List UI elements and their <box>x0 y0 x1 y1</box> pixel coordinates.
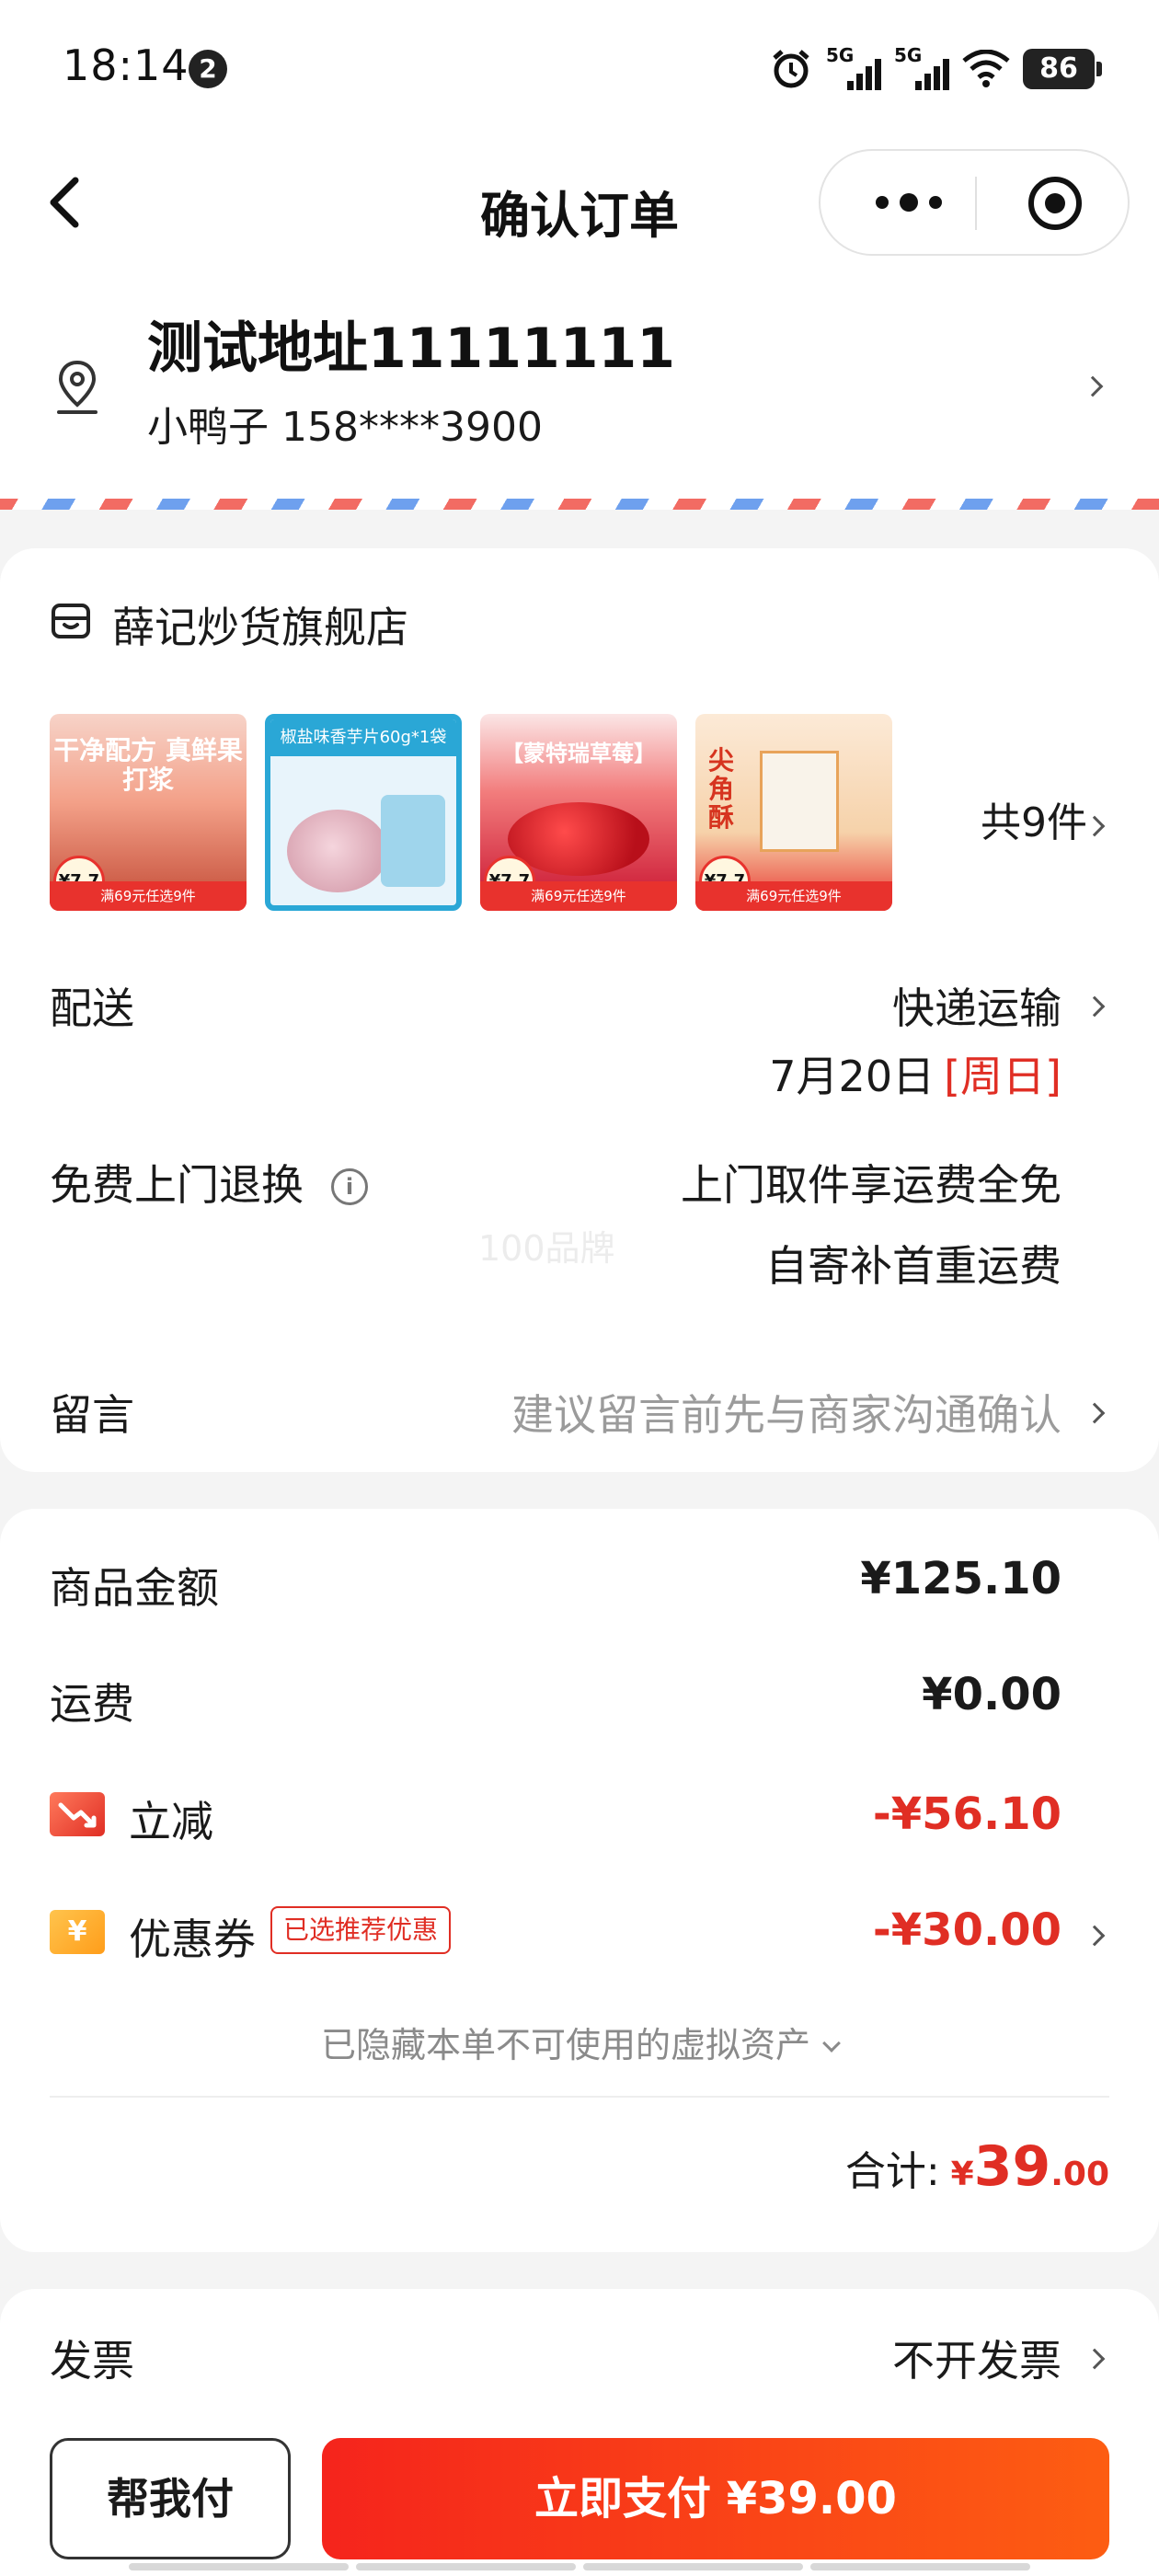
status-icons: 5G 5G 86 <box>769 44 1102 94</box>
coupon-yen-icon: ¥ <box>50 1910 105 1954</box>
shipping-value: ¥0.00 <box>922 1669 1061 1720</box>
promo-strip: 满69元任选9件 <box>695 881 892 911</box>
thumb-headline: 干净配方 真鲜果打浆 <box>53 735 243 796</box>
product-thumbnail[interactable]: 尖角酥 ¥7.7 满69元任选9件 <box>695 714 892 911</box>
delivery-label: 配送 <box>50 983 134 1033</box>
address-contact: 小鸭子 158****3900 <box>147 404 543 451</box>
status-time: 18:14 <box>63 40 189 90</box>
notification-badge: 2 <box>189 50 227 88</box>
hidden-assets-toggle[interactable]: 已隐藏本单不可使用的虚拟资产 <box>0 2017 1159 2067</box>
delivery-method[interactable]: 快递运输 <box>892 975 1061 1036</box>
battery-icon: 86 <box>1023 49 1102 89</box>
signal-icon: 5G <box>826 44 881 90</box>
chevron-right-icon <box>1084 995 1106 1018</box>
returns-self-send: 自寄补首重运费 <box>765 1241 1061 1291</box>
thumb-headline: 椒盐味香芋片60g*1袋 <box>270 719 456 756</box>
product-image <box>381 795 445 887</box>
returns-label: 免费上门退换 <box>50 1160 304 1210</box>
more-icon[interactable] <box>854 164 964 241</box>
location-pin-icon <box>57 360 98 414</box>
product-image <box>760 751 839 852</box>
chevron-right-icon <box>1084 2348 1106 2370</box>
chevron-right-icon <box>1084 815 1106 837</box>
promo-strip: 满69元任选9件 <box>480 881 677 911</box>
help-me-pay-button[interactable]: 帮我付 <box>50 2438 291 2559</box>
gesture-bar <box>129 2563 1030 2572</box>
signal-icon: 5G <box>894 44 949 90</box>
order-total: 合计: ¥39.00 <box>844 2134 1109 2199</box>
capsule-divider <box>975 177 977 230</box>
chevron-right-icon <box>1084 1925 1106 1947</box>
status-bar: 18:14 2 5G 5G 86 <box>0 0 1159 138</box>
shop-name[interactable]: 薛记炒货旗舰店 <box>112 594 408 655</box>
product-image <box>287 810 388 892</box>
coupon-label: 优惠券 <box>129 1915 256 1964</box>
invoice-value[interactable]: 不开发票 <box>892 2328 1061 2388</box>
goods-amount-label: 商品金额 <box>50 1563 219 1613</box>
thumb-headline: 【蒙特瑞草莓】 <box>501 741 656 766</box>
shop-card: 薛记炒货旗舰店 干净配方 真鲜果打浆 ¥7.7 满69元任选9件 椒盐味香芋片6… <box>0 548 1159 1472</box>
close-target-icon[interactable] <box>1025 173 1085 234</box>
discount-down-icon <box>50 1792 105 1836</box>
address-line: 测试地址11111111 <box>147 316 675 381</box>
product-thumbnail[interactable]: 干净配方 真鲜果打浆 ¥7.7 满69元任选9件 <box>50 714 247 911</box>
store-icon <box>52 604 90 638</box>
airmail-border <box>0 499 1159 510</box>
coupon-value[interactable]: -¥30.00 <box>873 1904 1061 1956</box>
wifi-icon <box>962 50 1010 87</box>
pay-now-button[interactable]: 立即支付 ¥39.00 <box>322 2438 1109 2559</box>
message-input[interactable]: 建议留言前先与商家沟通确认 <box>511 1382 1061 1443</box>
thumb-headline: 尖角酥 <box>708 745 735 833</box>
goods-amount-value: ¥125.10 <box>860 1553 1061 1604</box>
returns-pickup: 上门取件享运费全免 <box>681 1160 1061 1210</box>
price-summary-card: 商品金额 ¥125.10 运费 ¥0.00 立减 -¥56.10 ¥ 优惠券 已… <box>0 1509 1159 2252</box>
alarm-icon <box>773 50 809 88</box>
coupon-selected-tag: 已选推荐优惠 <box>270 1906 452 1954</box>
invoice-label: 发票 <box>50 2336 134 2386</box>
divider <box>50 2096 1109 2098</box>
delivery-date: 7月20日 [周日] <box>769 1052 1061 1101</box>
shipping-label: 运费 <box>50 1679 134 1729</box>
address-card[interactable]: 测试地址11111111 小鸭子 158****3900 <box>0 267 1159 508</box>
chevron-down-icon <box>822 2034 841 2053</box>
promo-strip: 满69元任选9件 <box>50 881 247 911</box>
watermark: 100品牌 <box>478 1228 615 1269</box>
discount-label: 立减 <box>129 1797 213 1846</box>
product-thumbnail[interactable]: 椒盐味香芋片60g*1袋 <box>265 714 462 911</box>
chevron-right-icon <box>1084 1402 1106 1424</box>
item-count[interactable]: 共9件 <box>981 789 1087 848</box>
product-thumbnail[interactable]: 【蒙特瑞草莓】 ¥7.7 满69元任选9件 <box>480 714 677 911</box>
bottom-action-bar: 帮我付 立即支付 ¥39.00 <box>0 2416 1159 2576</box>
navigation-bar: 确认订单 <box>0 138 1159 267</box>
discount-value: -¥56.10 <box>872 1788 1061 1840</box>
message-label: 留言 <box>50 1390 134 1440</box>
mini-program-capsule <box>819 149 1130 256</box>
info-icon[interactable]: i <box>331 1168 368 1205</box>
